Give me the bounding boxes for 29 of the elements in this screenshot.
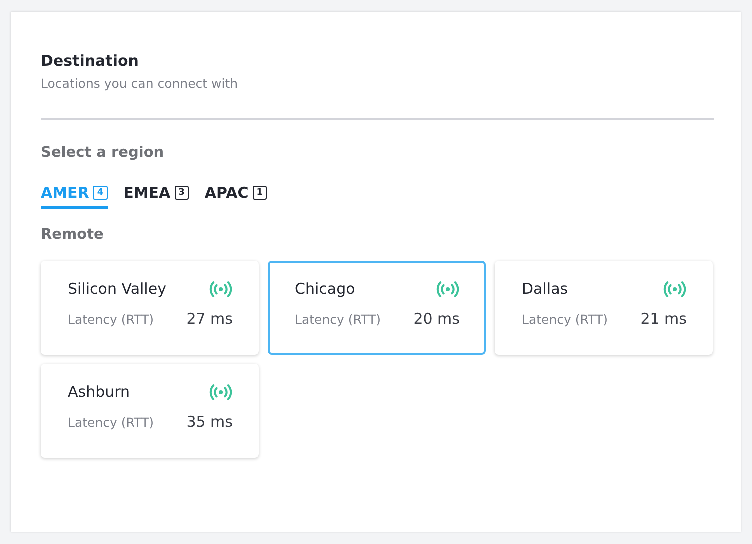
location-name: Silicon Valley [68, 280, 166, 298]
location-name: Ashburn [68, 383, 130, 401]
latency-value: 21 ms [640, 310, 687, 328]
latency-label: Latency (RTT) [522, 312, 608, 326]
signal-icon [663, 280, 687, 298]
count-badge: 4 [93, 186, 108, 200]
location-card[interactable]: Dallas Latency (RTT) 21 ms [495, 261, 713, 355]
signal-icon [209, 280, 233, 298]
latency-value: 35 ms [186, 413, 233, 431]
location-name: Chicago [295, 280, 356, 298]
signal-icon [436, 280, 460, 298]
location-card[interactable]: Silicon Valley Latency (RTT) 27 ms [41, 261, 259, 355]
latency-label: Latency (RTT) [68, 414, 154, 430]
section-title: Destination [41, 52, 140, 70]
section-subtitle: Locations you can connect with [41, 76, 240, 91]
latency-value: 20 ms [414, 310, 460, 328]
location-card[interactable]: Chicago Latency (RTT) 20 ms [268, 261, 486, 355]
count-badge: 1 [252, 186, 268, 200]
location-card[interactable]: Ashburn Latency (RTT) 35 ms [41, 364, 259, 458]
latency-label: Latency (RTT) [68, 312, 154, 326]
location-name: Dallas [522, 280, 568, 298]
latency-value: 27 ms [186, 310, 233, 328]
count-badge: 3 [174, 186, 189, 200]
region-label: Select a region [41, 145, 166, 161]
group-label: Remote [41, 227, 105, 243]
signal-icon [209, 384, 233, 400]
region-tab[interactable]: EMEA 3 [124, 184, 189, 209]
region-tab[interactable]: APAC 1 [204, 184, 268, 209]
latency-label: Latency (RTT) [295, 312, 381, 326]
